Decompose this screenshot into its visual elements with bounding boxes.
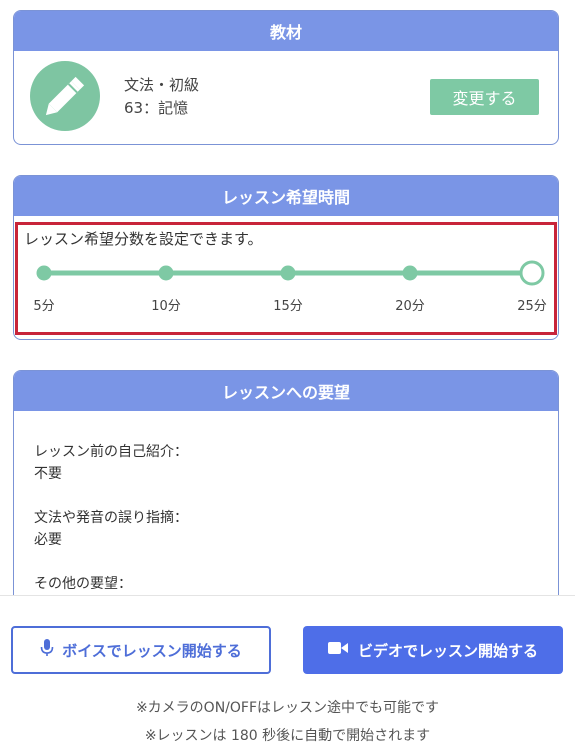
request-label: 文法や発音の誤り指摘： bbox=[34, 510, 188, 526]
video-button-label: ビデオでレッスン開始する bbox=[357, 642, 538, 660]
request-value: 必要 bbox=[34, 532, 62, 548]
lesson-time-card: レッスン希望時間 レッスン希望分数を設定できます。 5分 10分 15分 20分 25分 bbox=[13, 175, 559, 340]
camera-note: ※カメラのON/OFFはレッスン途中でも可能です bbox=[135, 700, 440, 716]
slider-stop[interactable] bbox=[402, 265, 418, 281]
material-unit: 63：記憶 bbox=[124, 99, 189, 117]
auto-start-note: ※レッスンは 180 秒後に自動で開始されます bbox=[144, 728, 431, 744]
request-item: 文法や発音の誤り指摘： 必要 bbox=[34, 507, 538, 551]
request-item: その他の要望： bbox=[34, 573, 538, 595]
slider-option-label: 10分 bbox=[151, 299, 181, 314]
pencil-icon bbox=[30, 61, 100, 131]
slider-stop[interactable] bbox=[158, 265, 174, 281]
request-label: その他の要望： bbox=[34, 576, 132, 592]
material-info: 文法・初級 63：記憶 bbox=[124, 74, 199, 120]
requests-body: レッスン前の自己紹介： 不要 文法や発音の誤り指摘： 必要 その他の要望： bbox=[14, 411, 558, 595]
start-voice-lesson-button[interactable]: ボイスでレッスン開始する bbox=[11, 626, 271, 674]
lesson-time-body: レッスン希望分数を設定できます。 5分 10分 15分 20分 25分 bbox=[14, 216, 559, 340]
requests-header: レッスンへの要望 bbox=[14, 371, 558, 411]
slider-option-label: 25分 bbox=[517, 299, 547, 314]
requests-card: レッスンへの要望 レッスン前の自己紹介： 不要 文法や発音の誤り指摘： 必要 そ… bbox=[13, 370, 559, 630]
material-level: 文法・初級 bbox=[124, 76, 200, 94]
bottom-action-bar: ボイスでレッスン開始する ビデオでレッスン開始する ※カメラのON/OFFはレッ… bbox=[0, 595, 575, 750]
slider-option-label: 20分 bbox=[395, 299, 425, 314]
material-header: 教材 bbox=[14, 11, 558, 51]
start-video-lesson-button[interactable]: ビデオでレッスン開始する bbox=[303, 626, 563, 674]
microphone-icon bbox=[40, 639, 54, 661]
material-card: 教材 文法・初級 63：記憶 変更する bbox=[13, 10, 559, 145]
voice-button-label: ボイスでレッスン開始する bbox=[62, 642, 242, 660]
request-label: レッスン前の自己紹介： bbox=[34, 444, 188, 460]
material-body: 文法・初級 63：記憶 変更する bbox=[14, 51, 558, 144]
slider-stop[interactable] bbox=[280, 265, 296, 281]
video-camera-icon bbox=[327, 641, 348, 659]
request-item: レッスン前の自己紹介： 不要 bbox=[34, 441, 538, 485]
request-value: 不要 bbox=[34, 466, 62, 482]
change-material-button[interactable]: 変更する bbox=[430, 79, 539, 115]
slider-option-label: 15分 bbox=[273, 299, 303, 314]
lesson-time-slider[interactable] bbox=[14, 216, 559, 340]
slider-stop[interactable] bbox=[36, 265, 52, 281]
lesson-time-header: レッスン希望時間 bbox=[14, 176, 558, 216]
slider-option-label: 5分 bbox=[33, 299, 55, 314]
slider-handle-selected[interactable] bbox=[519, 260, 545, 286]
